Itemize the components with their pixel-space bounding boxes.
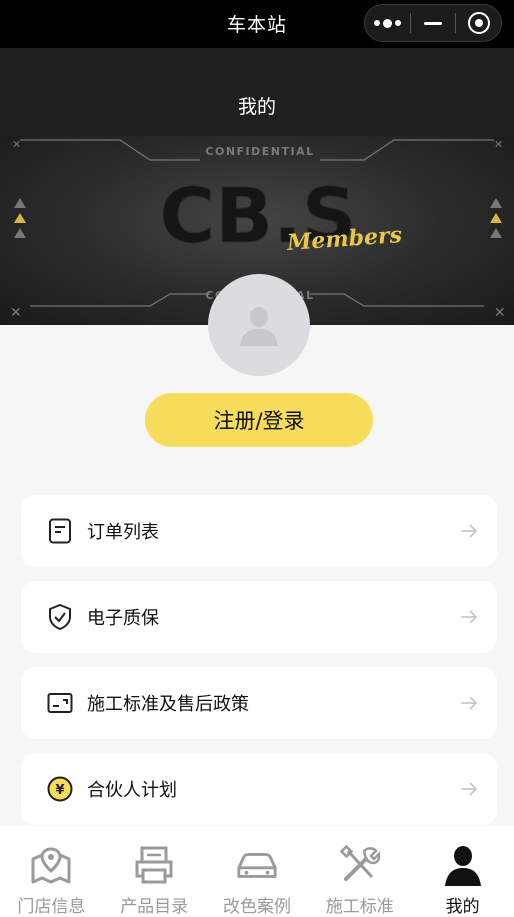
user-placeholder-icon <box>240 307 278 346</box>
minimize-icon <box>424 21 442 25</box>
car-icon <box>235 844 279 886</box>
tools-icon <box>338 844 382 886</box>
store-location-icon <box>29 844 73 886</box>
tab-label: 改色案例 <box>222 897 291 917</box>
mini-program-capsule <box>364 4 502 42</box>
tab-label: 产品目录 <box>120 897 189 917</box>
minimize-button[interactable] <box>411 5 456 41</box>
svg-text:✕: ✕ <box>494 138 503 151</box>
svg-text:✕: ✕ <box>10 305 22 321</box>
shield-check-icon <box>46 603 74 631</box>
svg-text:✕: ✕ <box>494 305 506 321</box>
menu-item-label: 订单列表 <box>87 522 159 543</box>
arrow-right-icon <box>459 779 479 799</box>
tab-label: 施工标准 <box>325 897 394 917</box>
menu-item-order-list[interactable]: 订单列表 <box>21 495 497 567</box>
tab-label: 我的 <box>445 897 480 917</box>
close-button[interactable] <box>456 5 501 41</box>
policy-card-icon <box>46 689 74 717</box>
arrow-right-icon <box>459 521 479 541</box>
user-icon <box>441 844 485 886</box>
menu-item-label: 施工标准及售后政策 <box>87 694 249 715</box>
order-list-icon <box>46 517 74 545</box>
menu-item-e-warranty[interactable]: 电子质保 <box>21 581 497 653</box>
banner-top-text: CONFIDENTIAL <box>205 145 314 158</box>
avatar[interactable] <box>208 274 310 376</box>
status-bar: 车本站 <box>0 0 514 48</box>
tab-product-catalog[interactable]: 产品目录 <box>103 826 206 917</box>
yen-coin-icon: ¥ <box>46 775 74 803</box>
tab-store-info[interactable]: 门店信息 <box>0 826 103 917</box>
more-button[interactable] <box>365 5 410 41</box>
page-header: 我的 <box>0 48 514 136</box>
page-title: 我的 <box>237 96 276 118</box>
menu-item-label: 合伙人计划 <box>87 780 177 801</box>
menu-item-partner-plan[interactable]: ¥ 合伙人计划 <box>21 753 497 825</box>
menu-item-standards-policy[interactable]: 施工标准及售后政策 <box>21 667 497 739</box>
more-dots-icon <box>373 18 401 28</box>
register-login-button[interactable]: 注册/登录 <box>145 393 373 447</box>
menu-item-label: 电子质保 <box>87 608 159 629</box>
arrow-right-icon <box>459 693 479 713</box>
bottom-tab-bar: 门店信息 产品目录 改色案例 施工标准 我的 <box>0 826 514 917</box>
tab-color-cases[interactable]: 改色案例 <box>206 826 309 917</box>
tab-construction-standards[interactable]: 施工标准 <box>308 826 411 917</box>
arrow-right-icon <box>459 607 479 627</box>
printer-catalog-icon <box>132 844 176 886</box>
svg-text:✕: ✕ <box>12 138 21 151</box>
svg-text:¥: ¥ <box>55 783 64 798</box>
tab-label: 门店信息 <box>17 897 86 917</box>
close-target-icon <box>467 12 490 34</box>
tab-mine[interactable]: 我的 <box>411 826 514 917</box>
